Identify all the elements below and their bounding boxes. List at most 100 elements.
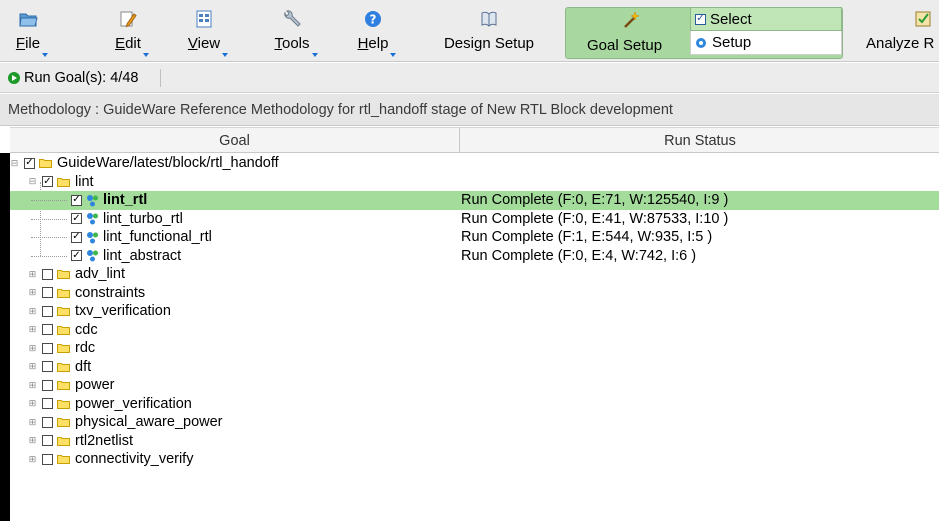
folder-icon <box>57 307 70 317</box>
wrench-icon <box>282 9 302 29</box>
methodology-bar: Methodology : GuideWare Reference Method… <box>0 94 939 126</box>
checkbox-checked[interactable]: ✓ <box>71 250 82 262</box>
tree-row-label: lint_turbo_rtl <box>103 210 183 227</box>
analyze-results-button[interactable]: Analyze R <box>866 0 939 62</box>
checkbox-unchecked[interactable] <box>42 379 53 391</box>
run-status-cell: Run Complete (F:0, E:4, W:742, I:6 ) <box>461 247 697 264</box>
goal-menu-setup-label: Setup <box>712 34 752 51</box>
checkbox-unchecked[interactable] <box>42 435 53 447</box>
folder-icon <box>57 381 70 391</box>
expand-icon[interactable]: ⊞ <box>28 325 37 334</box>
tree-row-label: adv_lint <box>75 266 125 283</box>
tree-row-physical-aware-power[interactable]: ⊞ physical_aware_power <box>10 413 939 432</box>
expand-icon[interactable]: ⊞ <box>28 362 37 371</box>
goal-menu-select[interactable]: ✓ Select <box>690 7 842 31</box>
tools-menu-button[interactable]: Tools <box>268 0 318 62</box>
tree-row-lint-rtl[interactable]: ✓ lint_rtl Run Complete (F:0, E:71, W:12… <box>10 191 939 210</box>
checkbox-unchecked[interactable] <box>42 342 53 354</box>
edit-menu-button[interactable]: Edit <box>108 0 149 62</box>
tree-row-cdc[interactable]: ⊞ cdc <box>10 321 939 340</box>
tree-row-adv-lint[interactable]: ⊞ adv_lint <box>10 265 939 284</box>
checkbox-unchecked[interactable] <box>42 361 53 373</box>
table-header: Goal Run Status <box>10 127 939 153</box>
goal-setup-menu: ✓ Select Setup <box>690 7 842 57</box>
tree-row-label: txv_verification <box>75 303 171 320</box>
view-menu-button[interactable]: View <box>182 0 229 62</box>
checkbox-checked[interactable]: ✓ <box>24 157 35 169</box>
tree-row-label: lint <box>75 173 94 190</box>
tree-row-label: power_verification <box>75 395 192 412</box>
expand-icon[interactable]: ⊞ <box>28 343 37 353</box>
goal-icon <box>87 231 98 244</box>
view-menu-label-rest: iew <box>197 35 221 52</box>
run-goals-label[interactable]: Run Goal(s): 4/48 <box>24 70 138 86</box>
tree-row-rtl2netlist[interactable]: ⊞ rtl2netlist <box>10 432 939 451</box>
help-question-icon: ? <box>363 9 383 29</box>
collapse-icon[interactable]: ⊟ <box>28 177 37 186</box>
tree-row-power[interactable]: ⊞ power <box>10 376 939 395</box>
left-border <box>0 127 10 521</box>
run-goals-bar: Run Goal(s): 4/48 <box>0 63 939 93</box>
checkbox-unchecked[interactable] <box>42 416 53 428</box>
help-menu-button[interactable]: ? Help <box>352 0 397 62</box>
main-toolbar: File Edit View Tools ? Help Design Setup <box>0 0 939 62</box>
tree-row-label: lint_functional_rtl <box>103 229 212 246</box>
expand-icon[interactable]: ⊞ <box>28 269 37 279</box>
play-icon[interactable] <box>8 71 20 84</box>
gear-icon <box>696 37 706 48</box>
checkbox-checked[interactable]: ✓ <box>71 194 82 206</box>
expand-icon[interactable]: ⊞ <box>28 436 37 445</box>
tree-row-label: lint_rtl <box>103 192 148 209</box>
tree-guide-line <box>31 218 67 220</box>
tree-row-lint-functional-rtl[interactable]: ✓ lint_functional_rtl Run Complete (F:1,… <box>10 228 939 247</box>
expand-icon[interactable]: ⊞ <box>28 399 37 408</box>
expand-icon[interactable]: ⊞ <box>28 380 37 390</box>
expand-icon[interactable]: ⊞ <box>28 288 37 297</box>
folder-icon <box>39 159 52 169</box>
tree-row-power-verification[interactable]: ⊞ power_verification <box>10 395 939 414</box>
goal-menu-setup[interactable]: Setup <box>690 31 842 55</box>
tree-row-label: lint_abstract <box>103 247 182 264</box>
folder-open-icon <box>18 9 38 29</box>
help-menu-label-rest: elp <box>368 35 389 52</box>
checkbox-checked[interactable]: ✓ <box>42 176 53 188</box>
collapse-icon[interactable]: ⊟ <box>10 158 19 168</box>
checkbox-unchecked[interactable] <box>42 453 53 465</box>
file-menu-label-first: F <box>15 35 26 52</box>
tree-row-constraints[interactable]: ⊞ constraints <box>10 284 939 303</box>
expand-icon[interactable]: ⊞ <box>28 454 37 464</box>
tree-row-dft[interactable]: ⊞ dft <box>10 358 939 377</box>
tree-row-root[interactable]: ⊟ ✓ GuideWare/latest/block/rtl_handoff <box>10 154 939 173</box>
run-status-column-header[interactable]: Run Status <box>461 128 939 153</box>
checkbox-checked[interactable]: ✓ <box>71 231 82 243</box>
tree-row-rdc[interactable]: ⊞ rdc <box>10 339 939 358</box>
tools-menu-label-first: T <box>274 35 282 52</box>
checkbox-unchecked[interactable] <box>42 268 53 280</box>
tree-row-label: constraints <box>75 284 146 301</box>
design-setup-button[interactable]: Design Setup <box>436 0 542 62</box>
tree-row-lint-abstract[interactable]: ✓ lint_abstract Run Complete (F:0, E:4, … <box>10 247 939 266</box>
expand-icon[interactable]: ⊞ <box>28 306 37 316</box>
tree-row-lint[interactable]: ⊟ ✓ lint <box>10 173 939 192</box>
checkbox-checked[interactable]: ✓ <box>71 213 82 225</box>
chevron-down-icon <box>311 53 318 57</box>
tree-row-connectivity-verify[interactable]: ⊞ connectivity_verify <box>10 450 939 469</box>
edit-pencil-icon <box>118 9 138 29</box>
tree-row-label: cdc <box>75 321 98 338</box>
folder-icon <box>57 455 70 465</box>
goal-column-header[interactable]: Goal <box>10 128 460 153</box>
tree-row-lint-turbo-rtl[interactable]: ✓ lint_turbo_rtl Run Complete (F:0, E:41… <box>10 210 939 229</box>
tree-row-txv-verification[interactable]: ⊞ txv_verification <box>10 302 939 321</box>
folder-icon <box>57 344 70 354</box>
run-status-cell: Run Complete (F:0, E:41, W:87533, I:10 ) <box>461 210 729 227</box>
checkbox-unchecked[interactable] <box>42 305 53 317</box>
file-menu-button[interactable]: File <box>8 0 49 62</box>
folder-icon <box>57 177 70 187</box>
checkbox-unchecked[interactable] <box>42 398 53 410</box>
goal-setup-label: Goal Setup <box>587 37 663 54</box>
checkbox-unchecked[interactable] <box>42 287 53 299</box>
folder-icon <box>57 325 70 335</box>
checkbox-unchecked[interactable] <box>42 324 53 336</box>
expand-icon[interactable]: ⊞ <box>28 417 37 427</box>
goal-menu-select-label: Select <box>710 10 752 28</box>
